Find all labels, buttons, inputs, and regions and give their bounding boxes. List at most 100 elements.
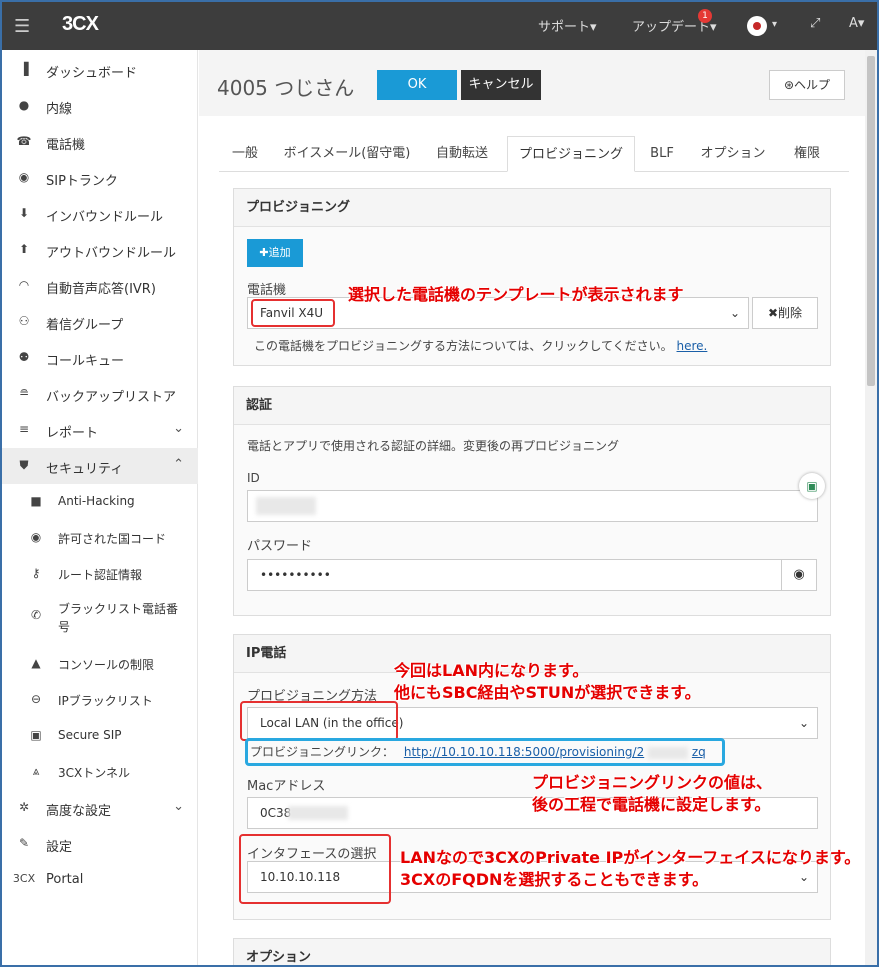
tab-blf[interactable]: BLF: [645, 136, 679, 172]
annotation-box-method: [240, 701, 398, 741]
user-menu[interactable]: A▾: [849, 16, 864, 31]
sidebar-item-3cx-tunnel[interactable]: ⩓ 3CXトンネル: [2, 754, 198, 790]
delete-button[interactable]: ✖削除: [752, 297, 818, 329]
annotation-box-phone: [251, 299, 335, 327]
tab-options[interactable]: オプション: [697, 136, 769, 172]
chat-icon[interactable]: ▣: [799, 473, 825, 499]
phone-icon: ✆: [30, 608, 42, 622]
auth-panel: 認証 電話とアプリで使用される認証の詳細。変更後の再プロビジョニング ID パス…: [233, 386, 831, 616]
sidebar-item-outbound-rules[interactable]: ⬆ アウトバウンドルール: [2, 232, 198, 268]
id-input[interactable]: [247, 490, 818, 522]
annotation-link-1: プロビジョニングリンクの値は、: [532, 773, 773, 792]
list-icon: ≡: [18, 422, 30, 436]
hamburger-menu-icon[interactable]: ☰: [14, 16, 30, 37]
sidebar-item-label: コンソールの制限: [58, 658, 155, 672]
sidebar-item-route-auth[interactable]: ⚷ ルート認証情報: [2, 556, 198, 592]
sidebar-item-label: 自動音声応答(IVR): [46, 282, 156, 297]
eye-icon[interactable]: ◉: [781, 559, 817, 591]
sidebar-item-ring-groups[interactable]: ⚇ 着信グループ: [2, 304, 198, 340]
sidebar-item-label: Secure SIP: [58, 728, 122, 742]
warning-icon: ▲: [31, 656, 41, 670]
tab-forwarding[interactable]: 自動転送: [429, 136, 495, 172]
scrollbar[interactable]: [865, 50, 877, 965]
sidebar: ▐ ダッシュボード ● 内線 ☎ 電話機 ◉ SIPトランク ⬇ インバウンドル…: [2, 50, 198, 965]
sidebar-item-dashboard[interactable]: ▐ ダッシュボード: [2, 52, 198, 88]
arrow-up-icon: ⬆: [18, 242, 30, 256]
auth-description: 電話とアプリで使用される認証の詳細。変更後の再プロビジョニング: [247, 439, 620, 453]
phone-label: 電話機: [247, 283, 287, 298]
logo: 3CX: [62, 13, 99, 35]
help-button[interactable]: ⊛ヘルプ: [769, 70, 845, 100]
add-button[interactable]: ✚追加: [247, 239, 303, 267]
delete-label: 削除: [778, 306, 803, 320]
options-panel: オプション: [233, 938, 831, 965]
annotation-lan-1: 今回はLAN内になります。: [394, 661, 589, 680]
sidebar-item-label: IPブラックリスト: [58, 694, 153, 708]
sidebar-item-label: レポート: [46, 426, 99, 441]
annotation-box-interface: [239, 834, 391, 904]
sidebar-item-extensions[interactable]: ● 内線: [2, 88, 198, 124]
cancel-button[interactable]: キャンセル: [461, 70, 541, 100]
chevron-down-icon: ⌄: [173, 421, 184, 436]
sidebar-item-label: Portal: [46, 872, 84, 887]
sidebar-item-console-restrictions[interactable]: ▲ コンソールの制限: [2, 646, 198, 682]
cog-icon: ✲: [18, 800, 30, 814]
main-area: 4005 つじさん OK キャンセル ⊛ヘルプ 一般 ボイスメール(留守電) 自…: [199, 50, 865, 965]
help-link[interactable]: here.: [677, 339, 708, 353]
support-menu[interactable]: サポート▾: [538, 16, 597, 35]
annotation-box-link: [245, 738, 725, 766]
sidebar-item-call-queues[interactable]: ⚉ コールキュー: [2, 340, 198, 376]
sidebar-item-advanced[interactable]: ✲ 高度な設定 ⌄: [2, 790, 198, 826]
sidebar-item-label: Anti-Hacking: [58, 494, 135, 508]
sidebar-item-country-codes[interactable]: ◉ 許可された国コード: [2, 520, 198, 556]
chevron-up-icon: ⌃: [173, 457, 184, 472]
ok-button[interactable]: OK: [377, 70, 457, 100]
sidebar-item-security[interactable]: ⛊ セキュリティ ⌃: [2, 448, 198, 484]
sidebar-item-sip-trunks[interactable]: ◉ SIPトランク: [2, 160, 198, 196]
auth-heading: 認証: [234, 387, 830, 425]
annotation-link-2: 後の工程で電話機に設定します。: [532, 795, 771, 814]
language-flag-icon[interactable]: [747, 16, 767, 36]
mac-label: Macアドレス: [247, 779, 326, 794]
globe-icon: ◉: [30, 530, 42, 544]
scrollbar-thumb[interactable]: [867, 56, 875, 386]
sidebar-item-settings[interactable]: ✎ 設定: [2, 826, 198, 862]
password-input[interactable]: ••••••••••: [247, 559, 783, 591]
tab-voicemail[interactable]: ボイスメール(留守電): [281, 136, 413, 172]
language-caret-icon[interactable]: ▾: [772, 19, 777, 30]
sidebar-item-portal[interactable]: 3CX Portal: [2, 862, 198, 898]
sidebar-item-backup[interactable]: ≘ バックアップリストア: [2, 376, 198, 412]
sidebar-item-ivr[interactable]: ◠ 自動音声応答(IVR): [2, 268, 198, 304]
sidebar-item-label: セキュリティ: [46, 462, 124, 477]
close-icon: ✖: [767, 306, 779, 320]
expand-icon[interactable]: ⤢: [810, 16, 820, 31]
sidebar-item-ip-blacklist[interactable]: ⊖ IPブラックリスト: [2, 682, 198, 718]
provisioning-heading: プロビジョニング: [234, 189, 830, 227]
sidebar-item-phones[interactable]: ☎ 電話機: [2, 124, 198, 160]
annotation-iface-2: 3CXのFQDNを選択することもできます。: [400, 870, 709, 889]
chevron-down-icon: ⌄: [798, 716, 809, 730]
sidebar-item-inbound-rules[interactable]: ⬇ インバウンドルール: [2, 196, 198, 232]
tab-rights[interactable]: 権限: [787, 136, 827, 172]
sidebar-item-label: 高度な設定: [46, 804, 112, 819]
tab-general[interactable]: 一般: [225, 136, 265, 172]
block-icon: ⊖: [30, 692, 42, 706]
sidebar-item-blacklist-numbers[interactable]: ✆ ブラックリスト電話番 号: [2, 592, 198, 646]
users-icon: ⚉: [18, 350, 30, 364]
mac-value: 0C38: [260, 806, 292, 820]
tab-bar: 一般 ボイスメール(留守電) 自動転送 プロビジョニング BLF オプション 権…: [219, 136, 849, 172]
sidebar-item-reports[interactable]: ≡ レポート ⌄: [2, 412, 198, 448]
phone-icon: ☎: [16, 134, 32, 148]
sidebar-item-label: 内線: [46, 102, 73, 117]
annotation-template: 選択した電話機のテンプレートが表示されます: [348, 285, 684, 304]
tab-provisioning[interactable]: プロビジョニング: [507, 136, 635, 172]
group-icon: ⚇: [18, 314, 30, 328]
sidebar-item-label: ルート認証情報: [58, 568, 143, 582]
sidebar-item-label: ブラックリスト電話番: [58, 602, 179, 616]
sidebar-item-secure-sip[interactable]: ▣ Secure SIP: [2, 718, 198, 754]
sidebar-item-label: 3CXトンネル: [58, 766, 130, 780]
password-label: パスワード: [247, 539, 313, 554]
sidebar-item-anti-hacking[interactable]: ■ Anti-Hacking: [2, 484, 198, 520]
globe-icon: ◉: [18, 170, 30, 184]
update-badge: 1: [698, 9, 712, 23]
